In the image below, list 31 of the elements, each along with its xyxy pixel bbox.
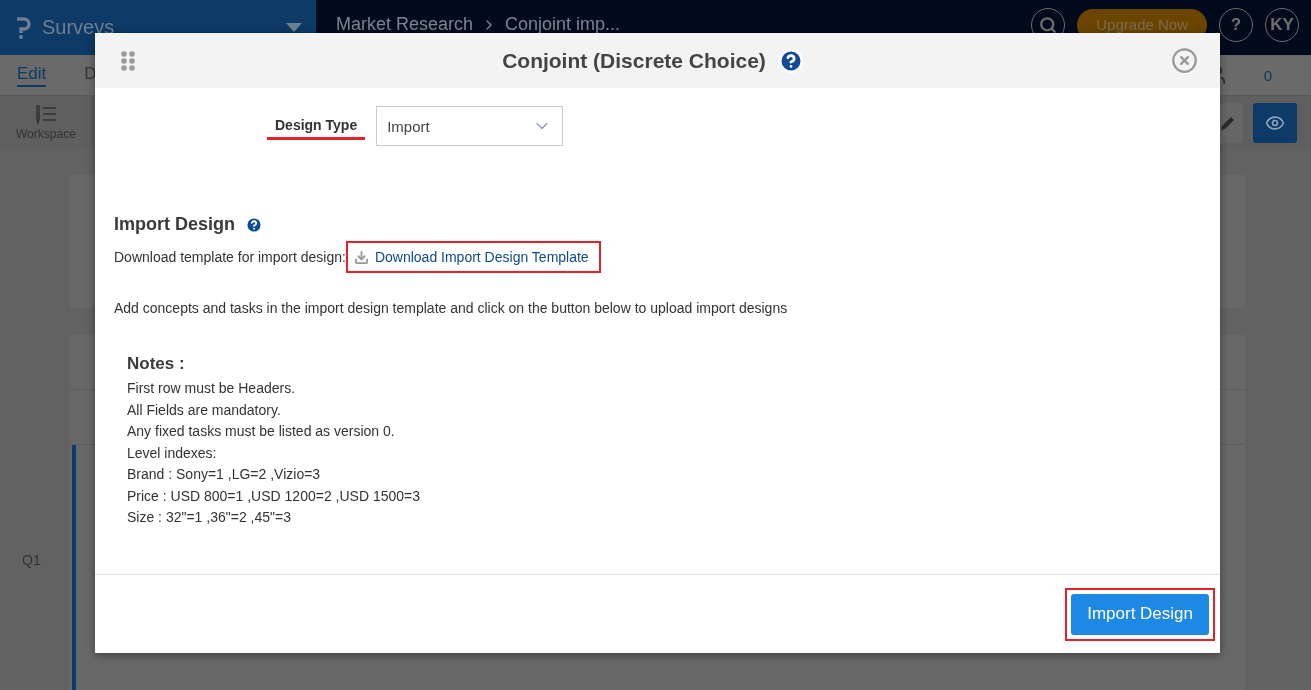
breadcrumb-item[interactable]: Market Research [336, 14, 474, 35]
notes-title: Notes : [127, 354, 186, 374]
pencil-list-icon [33, 105, 58, 125]
note-line: Level indexes: [127, 443, 218, 463]
note-line: Any fixed tasks must be listed as version 0. [127, 422, 396, 441]
preview-button[interactable] [1253, 103, 1297, 143]
note-line: Brand : Sony=1 ,LG=2 ,Vizio=3 [127, 465, 322, 484]
help-icon[interactable] [777, 47, 804, 74]
design-type-select[interactable]: Import [376, 106, 564, 146]
logo-icon [14, 16, 32, 39]
download-template-link[interactable]: Download Import Design Template [345, 241, 601, 273]
breadcrumb-item[interactable]: Conjoint imp... [505, 14, 621, 35]
note-line: Size : 32"=1 ,36"=2 ,45"=3 [127, 508, 292, 527]
note-line: First row must be Headers. [127, 379, 297, 398]
download-icon [353, 249, 369, 265]
design-type-label: Design Type [267, 115, 366, 140]
download-prompt: Download template for import design: [114, 249, 346, 265]
instructions-text: Add concepts and tasks in the import design template and click on the button below to upload import designs [114, 300, 789, 316]
help-icon[interactable] [245, 215, 263, 234]
dialog-title: Conjoint (Discrete Choice) [502, 48, 766, 73]
drag-handle-icon[interactable] [121, 50, 135, 71]
close-icon[interactable] [1171, 47, 1198, 74]
note-line: Price : USD 800=1 ,USD 1200=2 ,USD 1500=3 [127, 486, 421, 506]
respondents-count: 0 [1263, 66, 1272, 84]
section-title: Import Design [114, 214, 235, 235]
nav-tab[interactable]: Edit [17, 63, 47, 87]
pencil-icon [1221, 116, 1235, 130]
note-line: All Fields are mandatory. [127, 400, 282, 420]
search-icon [1039, 15, 1058, 34]
eye-icon [1265, 113, 1285, 133]
import-design-button[interactable]: Import Design [1071, 593, 1209, 635]
